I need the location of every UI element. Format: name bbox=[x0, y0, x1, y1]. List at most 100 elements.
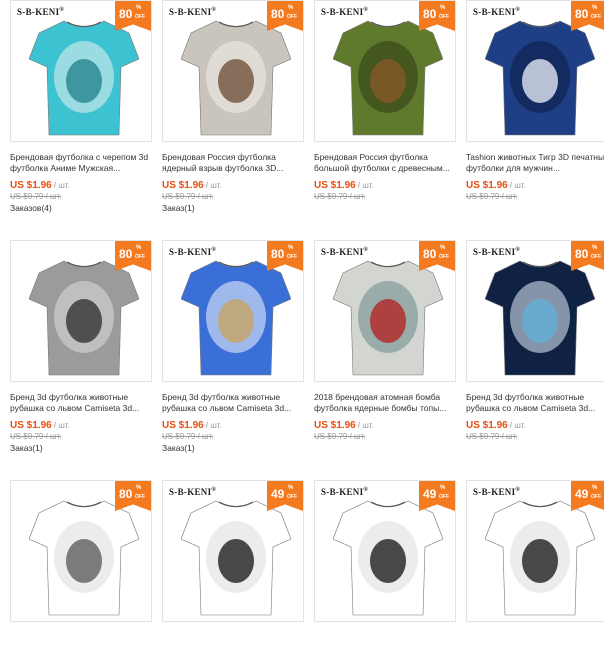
product-title-link[interactable] bbox=[466, 632, 604, 654]
brand-logo: S-B-KENI® bbox=[321, 247, 369, 257]
order-count[interactable]: Заказ(1) bbox=[162, 443, 304, 453]
discount-value: 80 bbox=[423, 247, 437, 261]
product-price: US $1.96 / шт. bbox=[314, 420, 374, 431]
product-image[interactable]: S-B-KENI® 80 % OFF bbox=[10, 0, 152, 142]
discount-off-label: OFF bbox=[135, 14, 145, 20]
discount-off-label: OFF bbox=[135, 254, 145, 260]
product-image[interactable]: S-B-KENI® 80 % OFF bbox=[314, 240, 456, 382]
product-image[interactable]: S-B-KENI® 80 % OFF bbox=[466, 0, 604, 142]
product-price: US $1.96 / шт. bbox=[162, 180, 222, 191]
product-price: US $1.96 / шт. bbox=[162, 420, 222, 431]
price-unit: / шт. bbox=[355, 181, 374, 190]
product-price: US $1.96 / шт. bbox=[466, 180, 526, 191]
product-title-link[interactable]: Брендовая футболка с черепом 3d футболка… bbox=[10, 152, 156, 174]
brand-logo: S-B-KENI® bbox=[473, 487, 521, 497]
product-card[interactable]: S-B-KENI® 80 % OFF Брендовая футболка с … bbox=[10, 0, 152, 213]
skull-tshirt-image bbox=[29, 20, 139, 136]
product-title-link[interactable]: Бренд 3d футболка животные рубашка со ль… bbox=[466, 392, 604, 414]
discount-off-label: OFF bbox=[591, 254, 601, 260]
product-title-link[interactable]: Tashion животных Тигр 3D печатных футбол… bbox=[466, 152, 604, 174]
mushroom-cloud-tshirt-image bbox=[181, 20, 291, 136]
discount-percent: % bbox=[288, 245, 294, 251]
discount-value: 80 bbox=[423, 7, 437, 21]
order-count[interactable]: Заказ(1) bbox=[10, 443, 152, 453]
discount-percent: % bbox=[440, 485, 446, 491]
product-card[interactable]: S-B-KENI® 80 % OFF Брендовая Россия футб… bbox=[162, 0, 304, 213]
product-price: US $1.96 / шт. bbox=[314, 180, 374, 191]
product-card[interactable]: 80 % OFF Бренд 3d футболка животные руба… bbox=[10, 240, 152, 453]
original-price: US $9.79 / шт. bbox=[162, 192, 214, 201]
product-image[interactable]: S-B-KENI® 80 % OFF bbox=[466, 240, 604, 382]
brand-logo: S-B-KENI® bbox=[169, 247, 217, 257]
product-image[interactable]: 80 % OFF bbox=[10, 480, 152, 622]
lion-tshirt-image bbox=[29, 260, 139, 376]
price-unit: / шт. bbox=[355, 421, 374, 430]
discount-value: 80 bbox=[271, 7, 285, 21]
discount-percent: % bbox=[288, 485, 294, 491]
product-title-link[interactable]: Бренд 3d футболка животные рубашка со ль… bbox=[10, 392, 156, 414]
discount-off-label: OFF bbox=[591, 14, 601, 20]
product-image[interactable]: S-B-KENI® 49 % OFF bbox=[162, 480, 304, 622]
product-card[interactable]: S-B-KENI® 49 % OFF bbox=[162, 480, 304, 660]
product-title-link[interactable]: Бренд 3d футболка животные рубашка со ль… bbox=[162, 392, 308, 414]
discount-percent: % bbox=[136, 245, 142, 251]
discount-value: 80 bbox=[271, 247, 285, 261]
discount-percent: % bbox=[136, 5, 142, 11]
original-price: US $9.79 / шт. bbox=[466, 192, 518, 201]
price-unit: / шт. bbox=[51, 181, 70, 190]
product-image[interactable]: S-B-KENI® 80 % OFF bbox=[162, 0, 304, 142]
product-card[interactable]: S-B-KENI® 80 % OFF Брендовая Россия футб… bbox=[314, 0, 456, 203]
discount-percent: % bbox=[440, 245, 446, 251]
brand-logo: S-B-KENI® bbox=[169, 487, 217, 497]
brand-logo: S-B-KENI® bbox=[321, 487, 369, 497]
price-unit: / шт. bbox=[507, 181, 526, 190]
product-title-link[interactable] bbox=[10, 632, 156, 654]
product-card[interactable]: S-B-KENI® 80 % OFF Tashion животных Тигр… bbox=[466, 0, 604, 203]
discount-percent: % bbox=[440, 5, 446, 11]
original-price: US $9.79 / шт. bbox=[10, 192, 62, 201]
tshirt-image bbox=[485, 500, 595, 616]
product-image[interactable]: S-B-KENI® 49 % OFF bbox=[466, 480, 604, 622]
product-title-link[interactable]: Брендовая Россия футболка большой футбол… bbox=[314, 152, 460, 174]
product-title-link[interactable]: Брендовая Россия футболка ядерный взрыв … bbox=[162, 152, 308, 174]
tree-tshirt-image bbox=[333, 20, 443, 136]
product-card[interactable]: S-B-KENI® 80 % OFF Бренд 3d футболка жив… bbox=[162, 240, 304, 453]
skeleton-hand-tshirt-image bbox=[485, 260, 595, 376]
price-unit: / шт. bbox=[507, 421, 526, 430]
product-card[interactable]: S-B-KENI® 80 % OFF Бренд 3d футболка жив… bbox=[466, 240, 604, 443]
order-count[interactable]: Заказов(4) bbox=[10, 203, 152, 213]
tshirt-image bbox=[333, 500, 443, 616]
product-image[interactable]: S-B-KENI® 49 % OFF bbox=[314, 480, 456, 622]
discount-off-label: OFF bbox=[591, 494, 601, 500]
original-price: US $9.79 / шт. bbox=[314, 432, 366, 441]
original-price: US $9.79 / шт. bbox=[162, 432, 214, 441]
original-price: US $9.79 / шт. bbox=[10, 432, 62, 441]
product-card[interactable]: S-B-KENI® 80 % OFF 2018 брендовая атомна… bbox=[314, 240, 456, 443]
product-card[interactable]: S-B-KENI® 49 % OFF bbox=[466, 480, 604, 660]
discount-off-label: OFF bbox=[439, 14, 449, 20]
discount-value: 80 bbox=[119, 487, 133, 501]
product-card[interactable]: S-B-KENI® 49 % OFF bbox=[314, 480, 456, 660]
price-unit: / шт. bbox=[203, 181, 222, 190]
tshirt-image bbox=[29, 500, 139, 616]
discount-off-label: OFF bbox=[439, 254, 449, 260]
product-title-link[interactable] bbox=[314, 632, 460, 654]
order-count[interactable]: Заказ(1) bbox=[162, 203, 304, 213]
discount-percent: % bbox=[288, 5, 294, 11]
product-image[interactable]: 80 % OFF bbox=[10, 240, 152, 382]
discount-percent: % bbox=[592, 5, 598, 11]
product-title-link[interactable]: 2018 брендовая атомная бомба футболка яд… bbox=[314, 392, 460, 414]
discount-value: 80 bbox=[575, 247, 589, 261]
atomic-bomb-tshirt-image bbox=[333, 260, 443, 376]
product-image[interactable]: S-B-KENI® 80 % OFF bbox=[162, 240, 304, 382]
discount-value: 80 bbox=[119, 247, 133, 261]
tiger-tshirt-image bbox=[485, 20, 595, 136]
original-price: US $9.79 / шт. bbox=[466, 432, 518, 441]
product-title-link[interactable] bbox=[162, 632, 308, 654]
discount-off-label: OFF bbox=[287, 14, 297, 20]
lightning-cat-tshirt-image bbox=[181, 260, 291, 376]
product-image[interactable]: S-B-KENI® 80 % OFF bbox=[314, 0, 456, 142]
discount-percent: % bbox=[592, 245, 598, 251]
product-card[interactable]: 80 % OFF bbox=[10, 480, 152, 660]
brand-logo: S-B-KENI® bbox=[473, 247, 521, 257]
